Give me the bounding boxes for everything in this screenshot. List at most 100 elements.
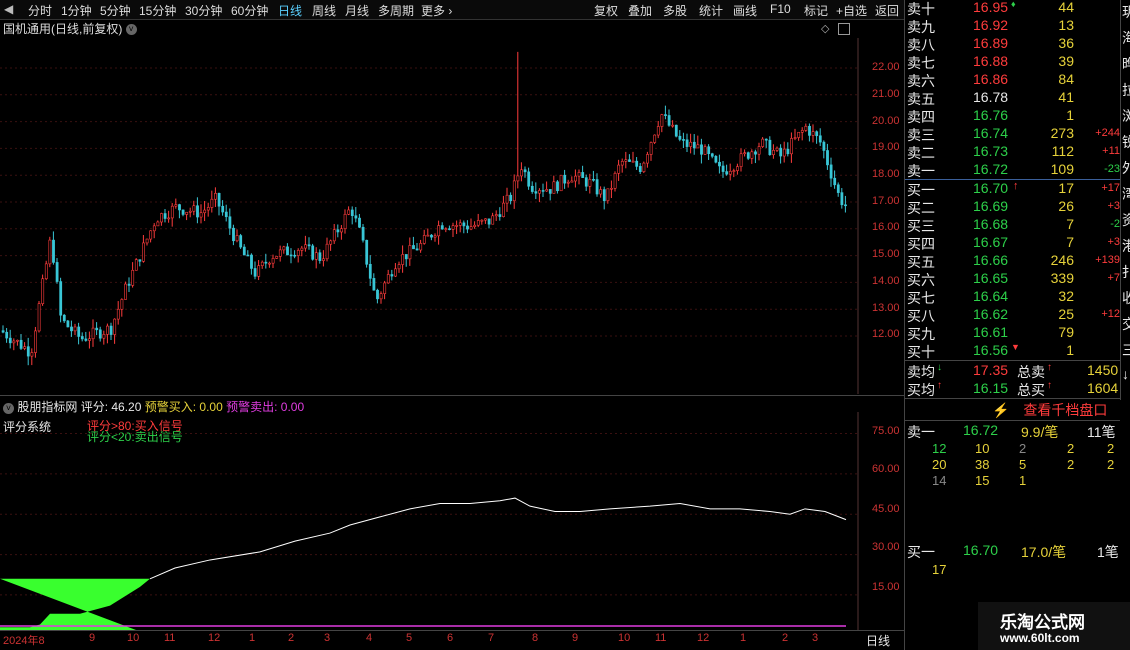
bid-row[interactable]: 买五 16.66 246 +139	[907, 252, 1120, 270]
candle-body	[833, 177, 837, 186]
candle-body	[779, 147, 783, 157]
ask-row[interactable]: 卖九 16.92 13	[907, 17, 1120, 35]
chevron-down-icon[interactable]: ˅	[125, 24, 137, 36]
tab-1min[interactable]: 1分钟	[61, 2, 92, 19]
level-price: 16.69	[973, 198, 1009, 214]
candle-body	[649, 142, 653, 155]
candle-body	[365, 239, 369, 265]
candle-body	[487, 218, 491, 225]
candle-body	[448, 228, 451, 230]
side-strip-char: 湾	[1122, 186, 1130, 202]
tab-5min[interactable]: 5分钟	[100, 2, 131, 19]
candle-body	[73, 326, 77, 332]
bid-row[interactable]: 买六 16.65 339 +7	[907, 270, 1120, 288]
candle-body	[635, 160, 639, 167]
level-volume: 246	[1050, 252, 1074, 268]
date-tick: 5	[406, 632, 413, 644]
price-tick: 17.00	[872, 195, 900, 207]
tab-monthly[interactable]: 月线	[345, 2, 369, 19]
bid-row[interactable]: 买二 16.69 26 +3	[907, 198, 1120, 216]
fuquan-button[interactable]: 复权	[594, 2, 618, 19]
add-watchlist-button[interactable]: +自选	[836, 2, 867, 19]
candle-body	[599, 189, 603, 195]
bid-row[interactable]: 买十 16.56 1 ▼	[907, 342, 1120, 360]
tab-weekly[interactable]: 周线	[312, 2, 336, 19]
stats-button[interactable]: 统计	[699, 2, 723, 19]
multi-stock-button[interactable]: 多股	[663, 2, 687, 19]
watermark-line2: www.60lt.com	[1000, 631, 1080, 645]
level-label: 卖七	[907, 55, 935, 71]
level-price: 16.61	[973, 324, 1009, 340]
ask-row[interactable]: 卖八 16.89 36	[907, 35, 1120, 53]
candle-body	[466, 225, 469, 230]
overlay-button[interactable]: 叠加	[628, 2, 652, 19]
candle-body	[80, 336, 84, 340]
candle-body	[239, 235, 243, 248]
ask-row[interactable]: 卖二 16.73 112 +11	[907, 143, 1120, 161]
candle-body	[588, 178, 592, 187]
level-volume: 7	[1066, 234, 1074, 250]
candle-body	[336, 229, 340, 233]
candle-body	[685, 139, 689, 147]
side-strip-char: 晔	[1122, 56, 1130, 72]
window-icon[interactable]	[838, 23, 850, 35]
level-change: +12	[1101, 308, 1120, 320]
candle-body	[152, 225, 156, 232]
level-volume: 339	[1050, 270, 1074, 286]
mark-button[interactable]: 标记	[804, 2, 828, 19]
tab-30min[interactable]: 30分钟	[185, 2, 222, 19]
ask-row[interactable]: 卖七 16.88 39	[907, 53, 1120, 71]
candle-body	[203, 209, 207, 214]
total-sell-value: 1450	[1087, 362, 1119, 378]
bid-row[interactable]: 买七 16.64 32	[907, 288, 1120, 306]
candle-body	[538, 190, 541, 194]
back-icon[interactable]: ◀	[4, 2, 13, 16]
bid-row[interactable]: 买一 16.70 17 +17 ↑	[907, 180, 1120, 198]
candle-body	[228, 216, 232, 229]
side-strip-char: 锐	[1122, 134, 1130, 150]
bid-row[interactable]: 买八 16.62 25 +12	[907, 306, 1120, 324]
draw-button[interactable]: 画线	[733, 2, 757, 19]
candle-body	[278, 249, 282, 257]
ask-row[interactable]: 卖三 16.74 273 +244	[907, 125, 1120, 143]
ask-row[interactable]: 卖四 16.76 1	[907, 107, 1120, 125]
return-button[interactable]: 返回	[875, 2, 899, 19]
ask-row[interactable]: 卖十 16.95 44 ♦	[907, 0, 1120, 17]
candle-body	[235, 235, 239, 242]
level-price: 16.65	[973, 270, 1009, 286]
candle-body	[170, 205, 174, 219]
bid-row[interactable]: 买三 16.68 7 -2	[907, 216, 1120, 234]
candle-body	[631, 160, 635, 163]
candle-body	[653, 134, 657, 143]
tab-daily[interactable]: 日线	[278, 2, 302, 19]
candle-body	[498, 214, 502, 217]
ask-row[interactable]: 卖六 16.86 84	[907, 71, 1120, 89]
arrow-up-icon: ↑	[1047, 362, 1052, 373]
level-label: 买一	[907, 182, 935, 198]
bid-row[interactable]: 买四 16.67 7 +3	[907, 234, 1120, 252]
price-tick: 16.00	[872, 221, 900, 233]
tab-more[interactable]: 更多 ›	[421, 2, 452, 19]
level-label: 卖三	[907, 127, 935, 143]
candle-body	[728, 170, 732, 175]
ask-row[interactable]: 卖五 16.78 41	[907, 89, 1120, 107]
tab-multi-period[interactable]: 多周期	[378, 2, 414, 19]
level-volume: 112	[1051, 143, 1074, 159]
price-tick: 19.00	[872, 141, 900, 153]
tab-fenshi[interactable]: 分时	[28, 2, 52, 19]
tab-60min[interactable]: 60分钟	[231, 2, 268, 19]
diamond-icon[interactable]: ◇	[821, 22, 829, 35]
f10-button[interactable]: F10	[770, 2, 791, 16]
tab-15min[interactable]: 15分钟	[139, 2, 176, 19]
ask-row[interactable]: 卖一 16.72 109 -23	[907, 161, 1120, 179]
candle-body	[462, 222, 466, 227]
candle-body	[188, 210, 192, 213]
candle-body	[606, 188, 610, 202]
thousand-level-button[interactable]: ⚡ 查看千档盘口	[992, 400, 1107, 420]
chart-title: 国机通用(日线,前复权)	[3, 22, 123, 36]
bid-row[interactable]: 买九 16.61 79	[907, 324, 1120, 342]
candle-body	[534, 191, 538, 194]
candle-body	[638, 166, 642, 172]
candle-body	[451, 225, 455, 230]
date-tick: 11	[655, 632, 667, 644]
